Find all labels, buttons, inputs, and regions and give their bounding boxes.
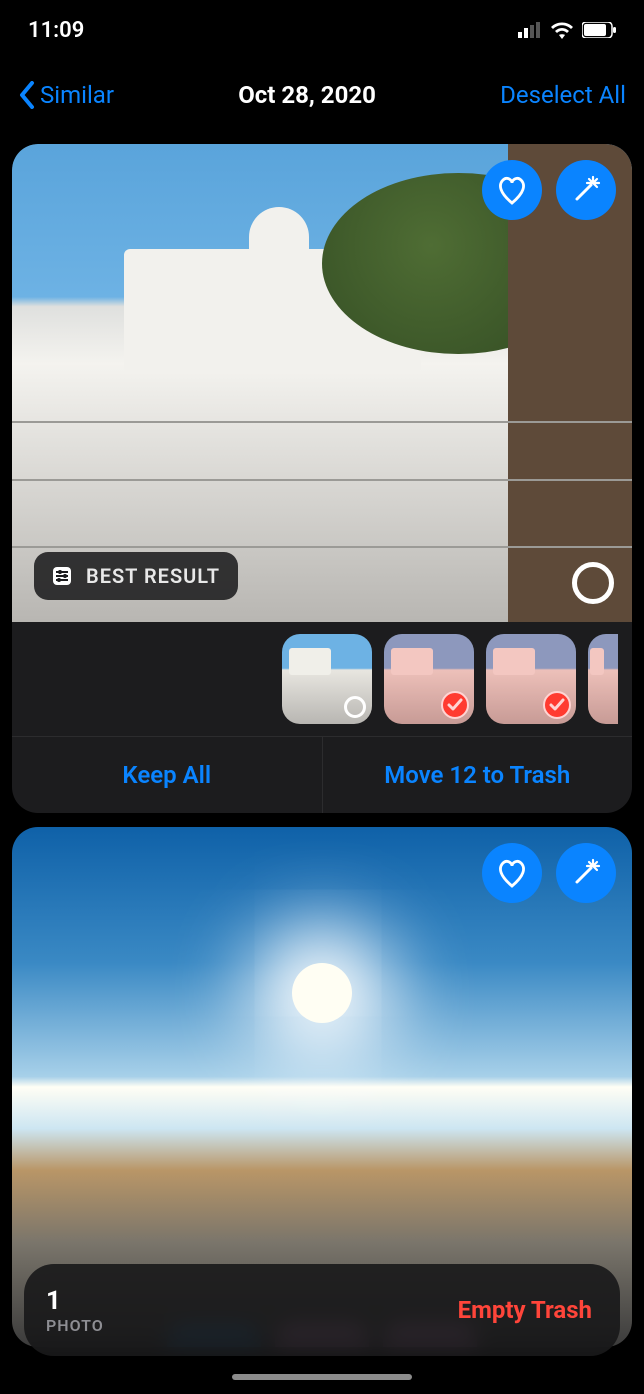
hero-photo[interactable]: BEST RESULT [12, 144, 632, 622]
best-result-label: BEST RESULT [86, 564, 220, 588]
trash-bar: 1 PHOTO Empty Trash [24, 1264, 620, 1356]
chevron-left-icon [18, 81, 36, 109]
back-label: Similar [40, 81, 114, 109]
empty-trash-button[interactable]: Empty Trash [458, 1296, 592, 1324]
filter-icon [52, 566, 72, 586]
battery-icon [582, 22, 616, 38]
deselect-all-button[interactable]: Deselect All [500, 81, 626, 109]
move-to-trash-button[interactable]: Move 12 to Trash [323, 737, 633, 813]
best-result-badge[interactable]: BEST RESULT [34, 552, 238, 600]
status-bar: 11:09 [0, 0, 644, 60]
heart-icon [496, 858, 528, 888]
trash-count-number: 1 [46, 1286, 104, 1316]
status-time: 11:09 [28, 18, 84, 43]
thumbnail[interactable] [486, 634, 576, 724]
page-title: Oct 28, 2020 [238, 81, 376, 109]
magic-wand-icon [571, 858, 601, 888]
home-indicator[interactable] [232, 1374, 412, 1380]
wifi-icon [550, 21, 574, 39]
trash-count: 1 PHOTO [46, 1286, 104, 1335]
back-button[interactable]: Similar [18, 81, 114, 109]
selection-ring-icon[interactable] [572, 562, 614, 604]
status-right [518, 21, 616, 39]
trash-count-label: PHOTO [46, 1316, 104, 1335]
nav-bar: Similar Oct 28, 2020 Deselect All [0, 60, 644, 130]
thumbnail[interactable] [282, 634, 372, 724]
favorite-button[interactable] [482, 843, 542, 903]
photo-group-card: BEST RESULT Keep All Move 12 to Trash [12, 144, 632, 813]
thumbnail[interactable] [384, 634, 474, 724]
checkmark-icon [441, 691, 469, 719]
heart-icon [496, 175, 528, 205]
enhance-button[interactable] [556, 843, 616, 903]
thumbnail-strip[interactable] [12, 622, 632, 736]
enhance-button[interactable] [556, 160, 616, 220]
cellular-icon [518, 22, 542, 38]
checkmark-icon [543, 691, 571, 719]
keep-all-button[interactable]: Keep All [12, 737, 323, 813]
card-actions: Keep All Move 12 to Trash [12, 736, 632, 813]
thumbnail[interactable] [588, 634, 618, 724]
favorite-button[interactable] [482, 160, 542, 220]
magic-wand-icon [571, 175, 601, 205]
selection-ring-icon [344, 696, 366, 718]
